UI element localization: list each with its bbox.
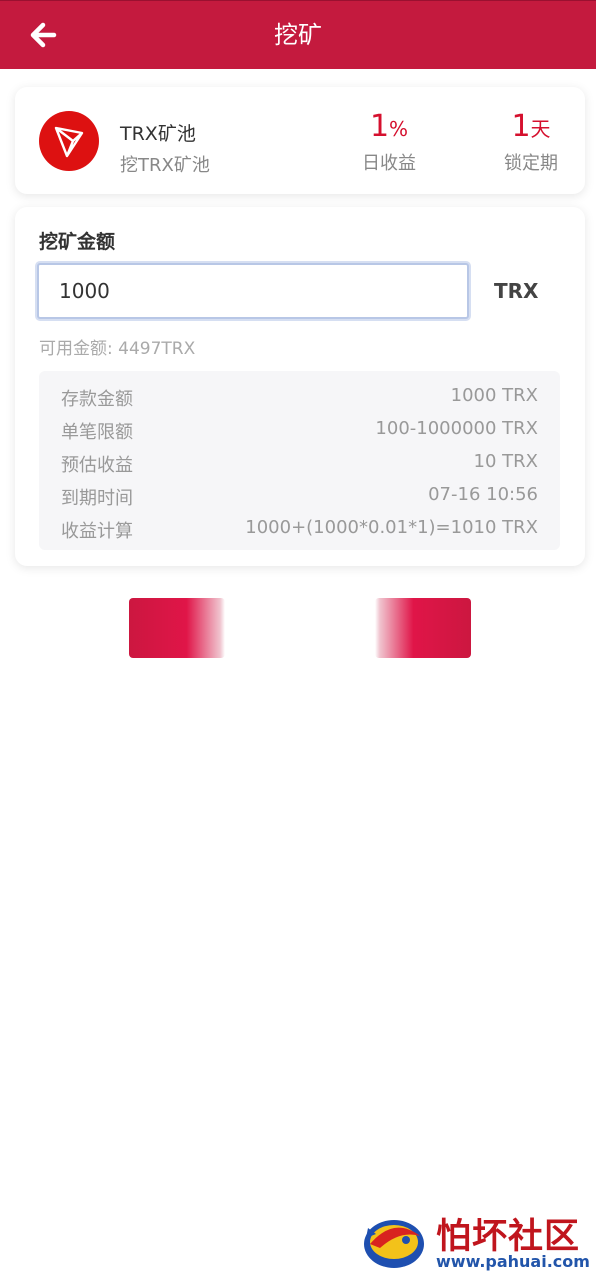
daily-rate-unit: % bbox=[389, 117, 409, 141]
top-bar: 挖矿 bbox=[0, 0, 596, 69]
back-button[interactable] bbox=[24, 15, 64, 55]
watermark: 怕坏社区 www.pahuai.com bbox=[360, 1208, 592, 1274]
lock-period-label: 锁定期 bbox=[504, 153, 558, 174]
detail-value: 1000 TRX bbox=[450, 385, 538, 406]
lock-period-value: 1 bbox=[511, 109, 531, 144]
details-panel: 存款金额 1000 TRX 单笔限额 100-1000000 TRX 预估收益 … bbox=[39, 371, 560, 550]
detail-key: 收益计算 bbox=[61, 521, 133, 542]
daily-rate-value: 1 bbox=[369, 109, 390, 144]
detail-row-limit: 单笔限额 100-1000000 TRX bbox=[61, 418, 538, 448]
detail-value: 1000+(1000*0.01*1)=1010 TRX bbox=[245, 517, 538, 538]
currency-label: TRX bbox=[494, 279, 539, 303]
pool-subtitle: 挖TRX矿池 bbox=[120, 155, 210, 176]
pool-name: TRX矿池 bbox=[120, 123, 196, 145]
detail-row-expiry: 到期时间 07-16 10:56 bbox=[61, 484, 538, 514]
detail-value: 100-1000000 TRX bbox=[375, 418, 538, 439]
detail-row-calculation: 收益计算 1000+(1000*0.01*1)=1010 TRX bbox=[61, 517, 538, 547]
action-button-left[interactable] bbox=[129, 598, 225, 658]
detail-key: 单笔限额 bbox=[61, 422, 133, 443]
detail-row-deposit: 存款金额 1000 TRX bbox=[61, 385, 538, 415]
action-button-right[interactable] bbox=[375, 598, 471, 658]
detail-key: 到期时间 bbox=[61, 488, 133, 509]
detail-value: 07-16 10:56 bbox=[428, 484, 538, 505]
watermark-logo-icon bbox=[364, 1220, 424, 1268]
daily-rate-label: 日收益 bbox=[362, 153, 416, 174]
detail-value: 10 TRX bbox=[473, 451, 538, 472]
tron-logo-icon bbox=[39, 111, 99, 171]
lock-period-stat: 1天 锁定期 bbox=[486, 109, 576, 175]
form-title: 挖矿金额 bbox=[39, 231, 116, 253]
watermark-url: www.pahuai.com bbox=[436, 1252, 590, 1271]
amount-input[interactable] bbox=[37, 263, 469, 319]
detail-key: 存款金额 bbox=[61, 389, 133, 410]
mining-form-card: 挖矿金额 TRX 可用金额: 4497TRX 存款金额 1000 TRX 单笔限… bbox=[15, 207, 585, 566]
detail-key: 预估收益 bbox=[61, 455, 133, 476]
daily-rate-stat: 1% 日收益 bbox=[329, 109, 449, 175]
page-title: 挖矿 bbox=[274, 21, 322, 49]
lock-period-unit: 天 bbox=[530, 117, 551, 141]
detail-row-estimated-earnings: 预估收益 10 TRX bbox=[61, 451, 538, 481]
arrow-left-icon bbox=[30, 22, 57, 48]
available-balance: 可用金额: 4497TRX bbox=[39, 339, 196, 359]
pool-info-card: TRX矿池 挖TRX矿池 1% 日收益 1天 锁定期 bbox=[15, 87, 585, 194]
